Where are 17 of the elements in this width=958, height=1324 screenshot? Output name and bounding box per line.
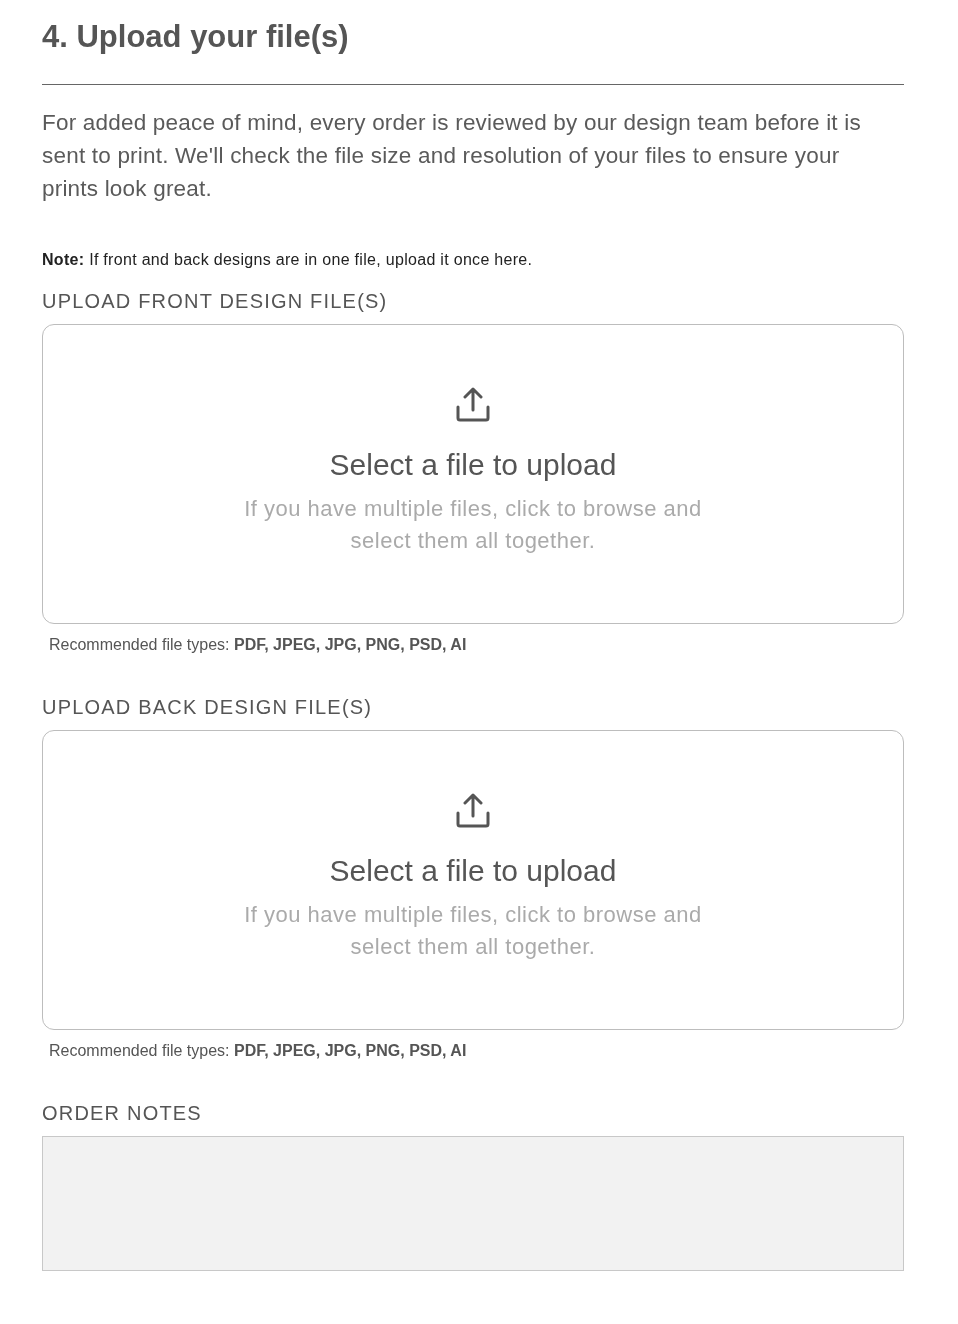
dropzone-title: Select a file to upload <box>329 853 617 889</box>
order-notes-label: ORDER NOTES <box>42 1101 203 1126</box>
file-types-text: Recommended file types: PDF, JPEG, JPG, PNG, PSD, AI <box>49 1041 468 1061</box>
file-types-text: Recommended file types: PDF, JPEG, JPG, PNG, PSD, AI <box>49 635 468 655</box>
upload-icon <box>455 387 491 423</box>
upload-icon <box>455 793 491 829</box>
upload-dropzone[interactable]: Select a file to upload If you have multiple files, click to browse and select them all together. <box>42 730 904 1030</box>
dropzone-hint: If you have multiple files, click to browse and select them all together. <box>243 495 703 555</box>
section-title: 4. Upload your file(s) <box>42 18 350 56</box>
upload-dropzone[interactable]: Select a file to upload If you have multiple files, click to browse and select them all together. <box>42 324 904 624</box>
upload-label: UPLOAD FRONT DESIGN FILE(S) <box>42 289 389 314</box>
order-notes-field[interactable] <box>42 1136 904 1271</box>
intro-paragraph: For added peace of mind, every order is reviewed by our design team before it is sent to print. We'll check the file size and resolution of your files to ensure your prints look great. <box>42 109 862 203</box>
dropzone-hint: If you have multiple files, click to browse and select them all together. <box>243 901 703 961</box>
dropzone-title: Select a file to upload <box>329 447 617 483</box>
upload-label: UPLOAD BACK DESIGN FILE(S) <box>42 695 374 720</box>
note-text: Note: If front and back designs are in one file, upload it once here. <box>42 250 534 270</box>
